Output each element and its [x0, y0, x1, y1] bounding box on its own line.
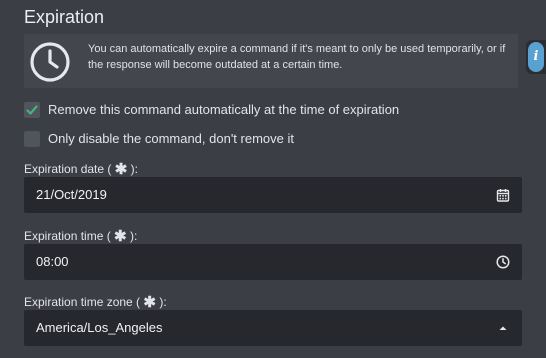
- required-asterisk: ✱: [114, 161, 128, 178]
- expiration-timezone-value: America/Los_Angeles: [36, 320, 163, 335]
- info-text: You can automatically expire a command i…: [88, 43, 506, 71]
- caret-up-icon[interactable]: [496, 321, 510, 335]
- required-asterisk: ✱: [143, 294, 156, 311]
- expiration-date-value: 21/Oct/2019: [36, 187, 107, 202]
- expiration-date-label: Expiration date ( ✱ ):: [24, 161, 138, 178]
- info-icon: i: [528, 42, 544, 72]
- help-tab[interactable]: i: [526, 40, 546, 74]
- required-asterisk: ✱: [114, 228, 127, 245]
- info-box: You can automatically expire a command i…: [24, 34, 518, 88]
- disable-only-checkbox[interactable]: [24, 131, 40, 147]
- remove-on-expire-label: Remove this command automatically at the…: [48, 102, 400, 117]
- expiration-timezone-select[interactable]: America/Los_Angeles: [24, 310, 522, 346]
- expiration-date-input[interactable]: 21/Oct/2019: [24, 177, 522, 213]
- disable-only-label: Only disable the command, don't remove i…: [48, 131, 294, 146]
- checkmark-icon: [26, 105, 38, 115]
- expiration-time-input[interactable]: 08:00: [24, 244, 522, 280]
- clock-icon: [30, 42, 70, 82]
- calendar-icon[interactable]: [496, 188, 510, 202]
- clock-icon[interactable]: [496, 255, 510, 269]
- expiration-timezone-label: Expiration time zone ( ✱ ):: [24, 294, 167, 311]
- expiration-time-label: Expiration time ( ✱ ):: [24, 228, 138, 245]
- expiration-time-value: 08:00: [36, 254, 69, 269]
- section-title: Expiration: [24, 7, 105, 27]
- remove-on-expire-checkbox[interactable]: [24, 102, 40, 118]
